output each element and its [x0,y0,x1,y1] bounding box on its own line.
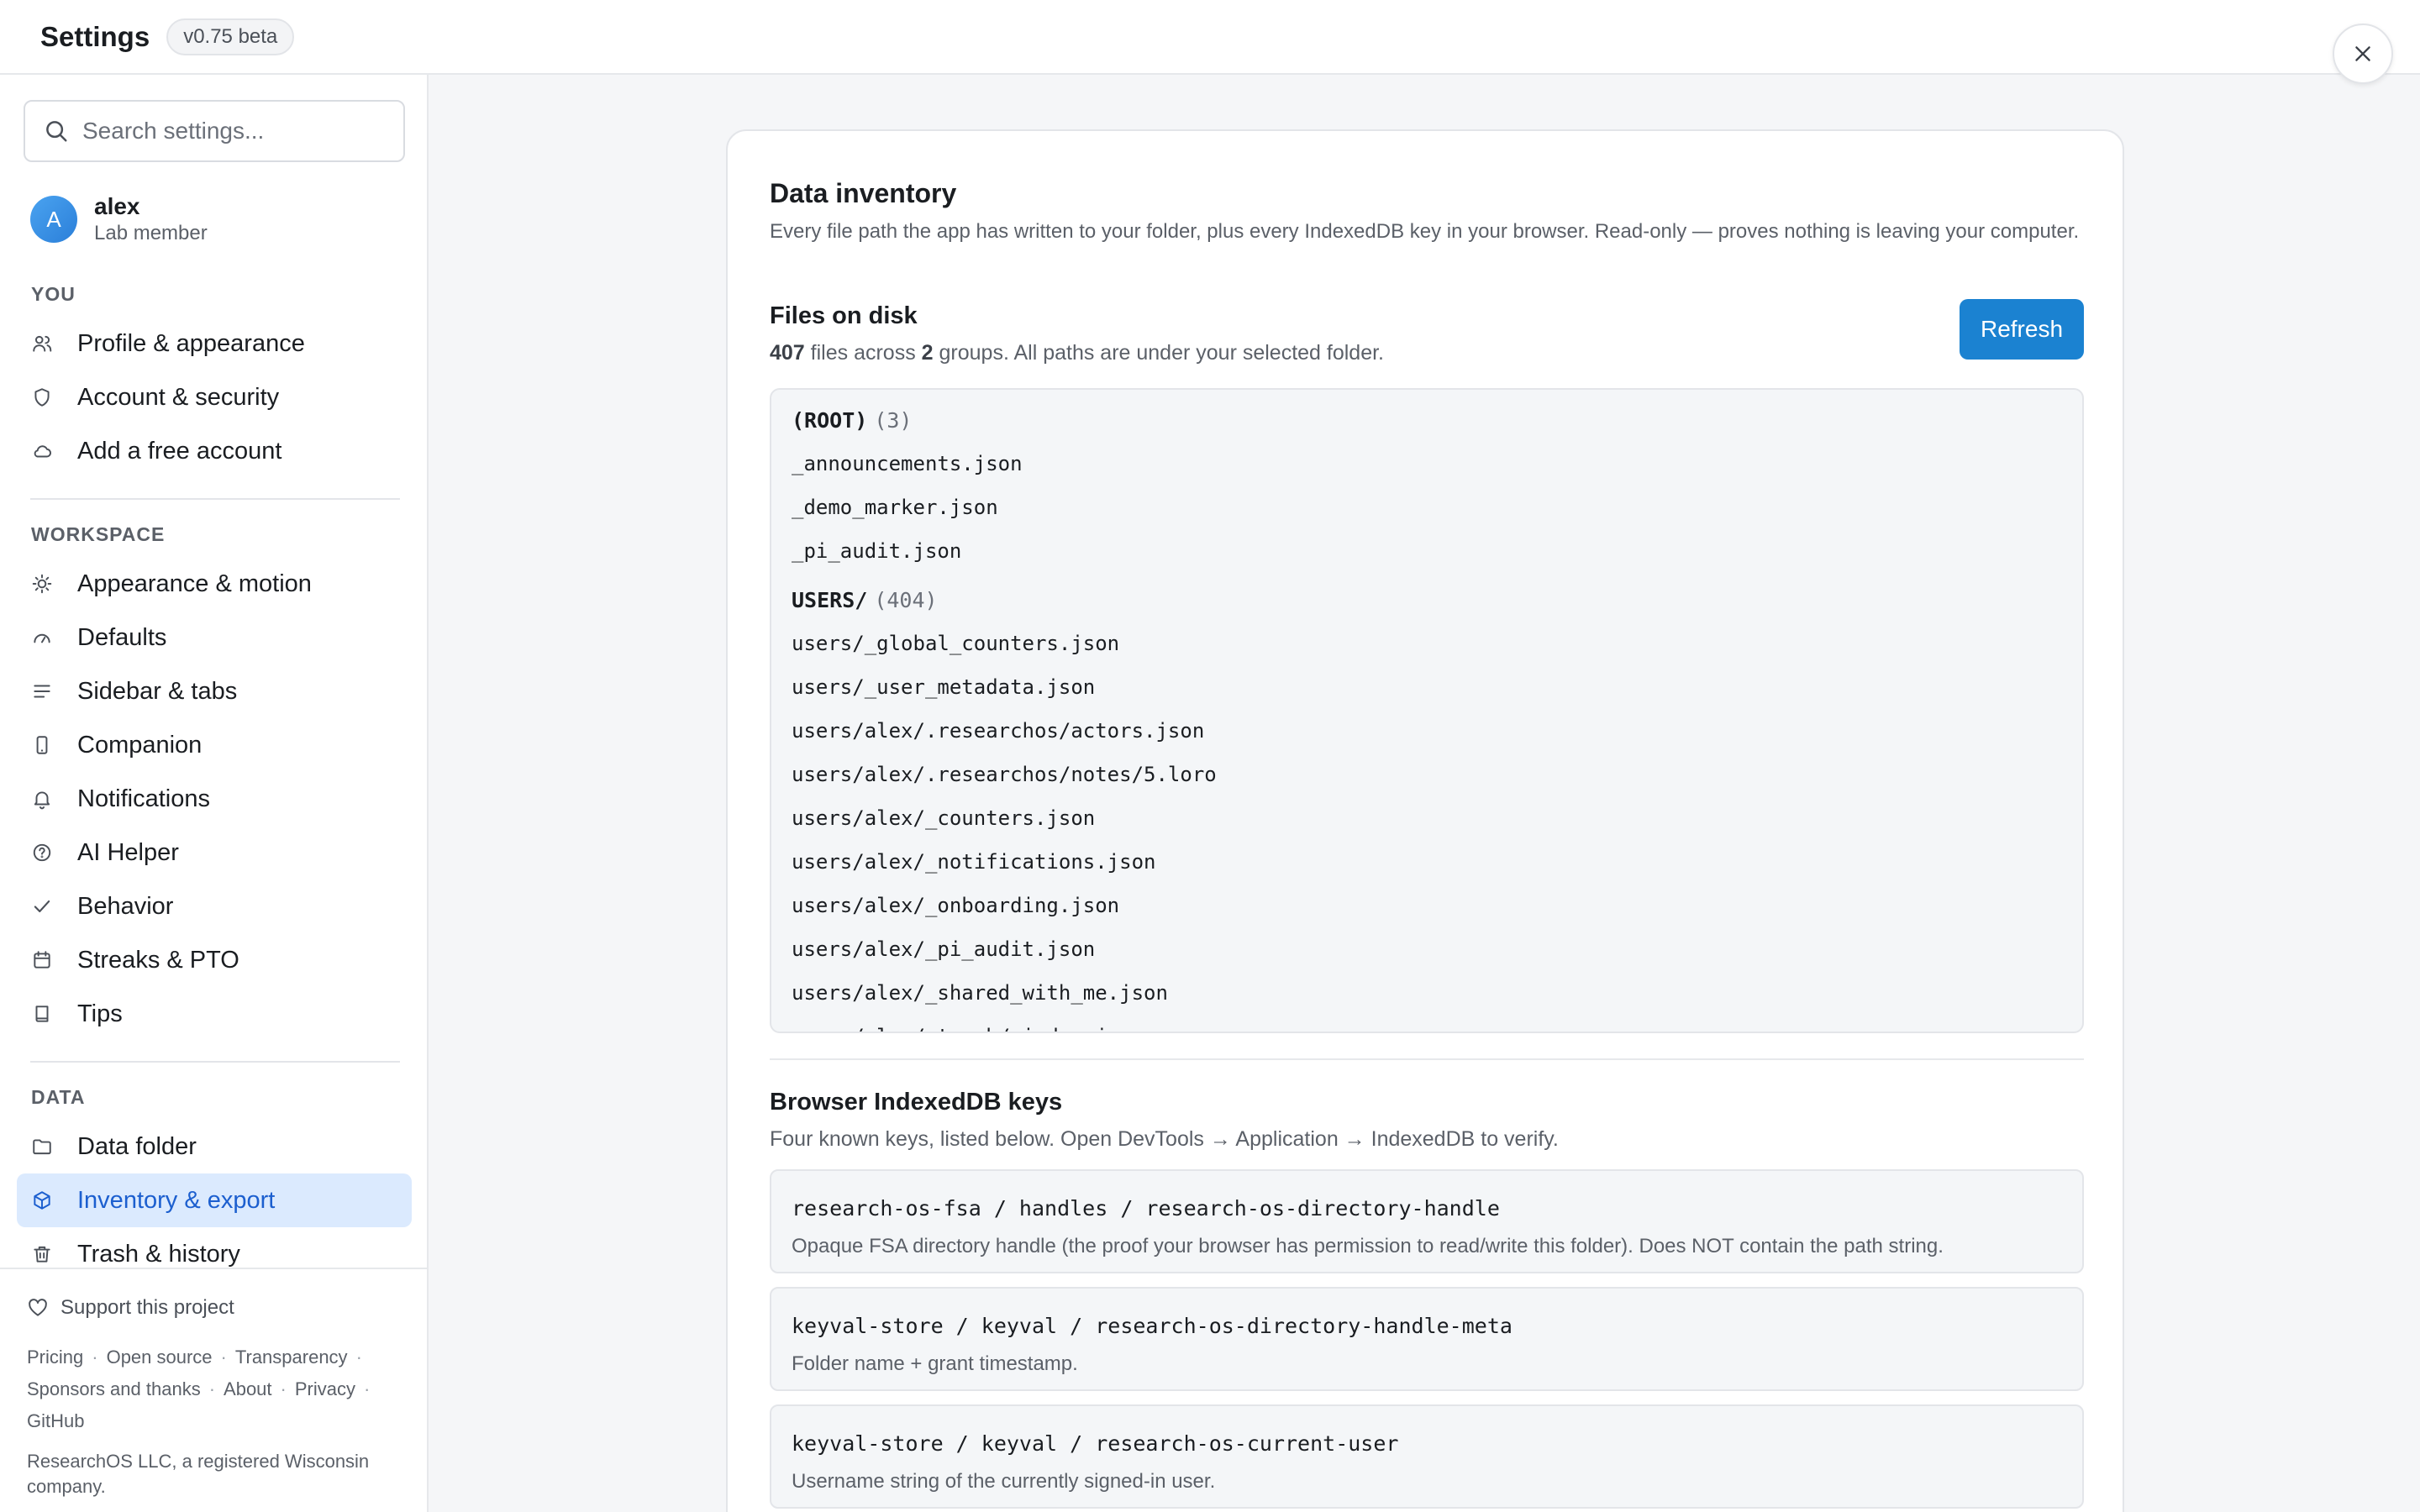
search-icon [46,121,67,142]
user-role: Lab member [94,222,208,244]
idb-key-path: keyval-store / keyval / research-os-curr… [792,1431,1399,1456]
idb-key-card: keyval-store / keyval / research-os-curr… [770,1404,2084,1509]
lines-icon [34,685,50,698]
avatar: A [30,196,77,243]
book-icon [35,1005,49,1022]
footer-link-about[interactable]: About [224,1378,272,1399]
help-circle-icon [33,843,51,862]
close-icon [2355,46,2370,61]
support-link[interactable]: Support this project [27,1296,234,1320]
files-list: (ROOT) (3) _announcements.json _demo_marker… [792,398,2052,1032]
shield-icon [34,388,50,407]
sidebar-footer: Support this project Pricing · Open source… [0,1268,427,1512]
data-inventory-card: Data inventory Every file path the app h… [726,129,2124,1512]
section-title: Data inventory [770,178,957,208]
sidebar-item-behavior[interactable]: Behavior [17,879,412,933]
file-path-row: users/alex/_counters.json [792,806,1096,830]
search-input[interactable] [82,118,393,144]
file-path-row: users/alex/_pi_audit.json [792,937,1096,961]
sidebar-divider [30,498,400,500]
sidebar-item-add-free-account[interactable]: Add a free account [17,424,412,478]
settings-sidebar: A alex Lab member YOU Profile & appearan… [0,75,429,1512]
section-label-data: DATA [31,1086,86,1108]
files-summary: 407 files across 2 groups. All paths are… [770,341,1385,365]
package-icon [34,1191,50,1210]
search-box [24,100,405,162]
file-path-row: users/alex/.researchos/notes/5.loro [792,763,1217,786]
file-path-row: users/_global_counters.json [792,632,1120,655]
sidebar-item-notifications[interactable]: Notifications [17,772,412,826]
idb-key-path: keyval-store / keyval / research-os-dire… [792,1314,1512,1338]
idb-key-path: research-os-fsa / handles / research-os-… [792,1196,1500,1221]
sidebar-divider [30,1061,400,1063]
files-list-panel[interactable]: (ROOT) (3) _announcements.json _demo_marker… [770,388,2084,1033]
close-button[interactable] [2333,24,2393,84]
footer-link-github[interactable]: GitHub [27,1410,84,1431]
calendar-icon [34,951,50,969]
user-name: alex [94,193,140,219]
folder-icon [33,1139,51,1155]
sidebar-item-inventory-export[interactable]: Inventory & export [17,1173,412,1227]
users-icon [33,335,52,352]
heart-icon [29,1299,47,1316]
file-path-row: users/_user_metadata.json [792,675,1096,699]
section-divider [770,1058,2084,1060]
sidebar-item-defaults[interactable]: Defaults [17,611,412,664]
footer-link-pricing[interactable]: Pricing [27,1347,83,1368]
footer-link-sponsors[interactable]: Sponsors and thanks [27,1378,201,1399]
sidebar-item-sidebar-tabs[interactable]: Sidebar & tabs [17,664,412,718]
idb-key-card: research-os-fsa / handles / research-os-… [770,1169,2084,1273]
trash-icon [34,1246,50,1263]
file-path-row: users/alex/_notifications.json [792,850,1156,874]
company-note: ResearchOS LLC, a registered Wisconsin c… [27,1451,370,1497]
section-label-workspace: WORKSPACE [31,523,166,545]
footer-link-transparency[interactable]: Transparency [235,1347,348,1368]
file-path-row: _announcements.json [792,452,1023,475]
gauge-icon [34,633,50,643]
section-description: Every file path the app has written to y… [770,220,2080,243]
idb-title: Browser IndexedDB keys [770,1089,1063,1116]
sidebar-item-profile-appearance[interactable]: Profile & appearance [17,317,412,370]
sidebar-item-ai-helper[interactable]: AI Helper [17,826,412,879]
footer-link-open-source[interactable]: Open source [107,1347,213,1368]
section-label-you: YOU [31,283,76,305]
file-path-row: users/alex/_trash/_index.json [792,1015,2052,1032]
page-title: Settings [40,20,150,52]
idb-key-description: Username string of the currently signed-… [792,1470,1216,1493]
file-path-row: users/alex/_shared_with_me.json [792,981,1168,1005]
settings-header: Settings v0.75 beta [0,0,2420,75]
idb-key-description: Opaque FSA directory handle (the proof y… [792,1235,1944,1257]
file-group-header: USERS/(404) [792,587,938,612]
sun-icon [32,574,52,594]
file-path-row: users/alex/.researchos/actors.json [792,719,1205,743]
version-badge: v0.75 beta [166,18,295,55]
idb-description: Four known keys, listed below. Open DevT… [770,1127,1559,1151]
phone-icon [36,736,48,754]
file-path-row: users/alex/_onboarding.json [792,894,1120,917]
sidebar-item-tips[interactable]: Tips [17,987,412,1041]
cloud-icon [34,445,51,458]
file-group-header: (ROOT) (3) [792,407,913,433]
file-path-row: _demo_marker.json [792,496,998,519]
sidebar-item-companion[interactable]: Companion [17,718,412,772]
refresh-button[interactable]: Refresh [1960,299,2084,360]
idb-key-card: keyval-store / keyval / research-os-dire… [770,1287,2084,1391]
footer-link-privacy[interactable]: Privacy [295,1378,355,1399]
sidebar-item-appearance-motion[interactable]: Appearance & motion [17,557,412,611]
sidebar-item-account-security[interactable]: Account & security [17,370,412,424]
footer-links: Pricing · Open source · Transparency · Sponsor… [27,1347,371,1431]
check-icon [34,900,50,913]
idb-key-description: Folder name + grant timestamp. [792,1352,1078,1375]
user-profile[interactable]: A alex Lab member [30,192,208,246]
sidebar-item-streaks-pto[interactable]: Streaks & PTO [17,933,412,987]
files-title: Files on disk [770,302,918,329]
sidebar-item-data-folder[interactable]: Data folder [17,1120,412,1173]
bell-icon [34,791,50,810]
file-path-row: _pi_audit.json [792,539,962,563]
